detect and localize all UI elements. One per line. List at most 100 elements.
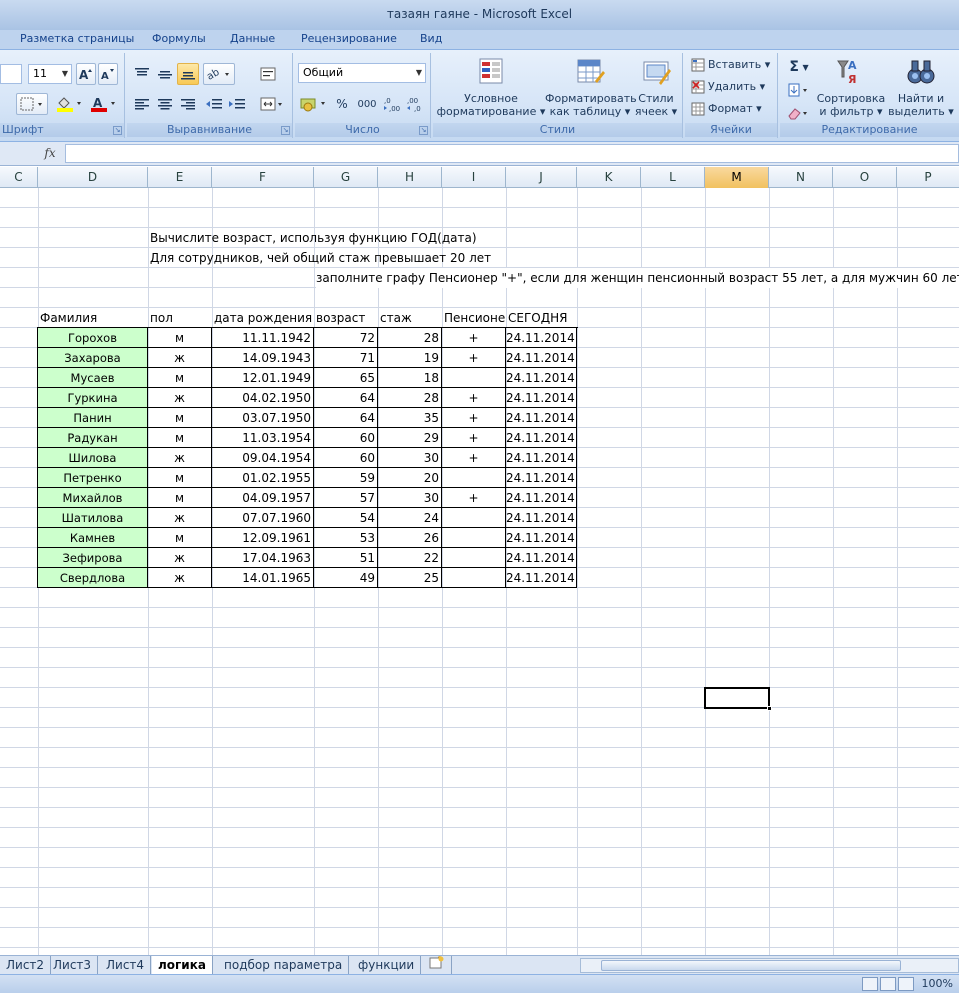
table-cell[interactable]: 24.11.2014 xyxy=(506,348,577,368)
table-cell[interactable]: 26 xyxy=(378,528,442,548)
column-header-n[interactable]: N xyxy=(769,167,833,188)
table-cell[interactable]: 59 xyxy=(314,468,378,488)
table-cell[interactable]: 22 xyxy=(378,548,442,568)
column-header-e[interactable]: E xyxy=(148,167,212,188)
employee-name-cell[interactable]: Зефирова xyxy=(38,548,148,568)
column-header-f[interactable]: F xyxy=(212,167,314,188)
table-cell[interactable]: 07.07.1960 xyxy=(212,508,314,528)
font-dialog-launcher-icon[interactable]: ↘ xyxy=(113,126,122,135)
fill-button[interactable] xyxy=(784,79,814,101)
table-cell[interactable]: 35 xyxy=(378,408,442,428)
table-cell[interactable]: 14.09.1943 xyxy=(212,348,314,368)
table-cell[interactable]: 12.09.1961 xyxy=(212,528,314,548)
column-header-c[interactable]: C xyxy=(0,167,38,188)
column-header-g[interactable]: G xyxy=(314,167,378,188)
cell-styles-button[interactable]: Стили ячеек ▾ xyxy=(633,57,679,121)
table-cell[interactable]: 64 xyxy=(314,408,378,428)
percent-button[interactable]: % xyxy=(332,93,352,115)
align-top-button[interactable] xyxy=(131,63,153,85)
table-cell[interactable]: м xyxy=(148,488,212,508)
table-cell[interactable]: 12.01.1949 xyxy=(212,368,314,388)
table-cell[interactable]: м xyxy=(148,368,212,388)
table-cell[interactable]: 11.03.1954 xyxy=(212,428,314,448)
column-header-h[interactable]: H xyxy=(378,167,442,188)
table-cell[interactable]: 11.11.1942 xyxy=(212,328,314,348)
column-header-p[interactable]: P xyxy=(897,167,959,188)
delete-cells-button[interactable]: Удалить ▾ xyxy=(691,77,765,97)
normal-view-button[interactable] xyxy=(862,977,878,991)
employee-name-cell[interactable]: Мусаев xyxy=(38,368,148,388)
employee-name-cell[interactable]: Захарова xyxy=(38,348,148,368)
font-size-combo[interactable]: 11 ▼ xyxy=(28,64,72,84)
table-cell[interactable]: ж xyxy=(148,388,212,408)
employee-name-cell[interactable]: Михайлов xyxy=(38,488,148,508)
scrollbar-thumb[interactable] xyxy=(601,960,901,971)
table-cell[interactable]: 30 xyxy=(378,488,442,508)
table-cell[interactable]: 24.11.2014 xyxy=(506,408,577,428)
align-left-button[interactable] xyxy=(131,93,153,115)
conditional-formatting-button[interactable]: Условное форматирование ▾ xyxy=(435,57,547,121)
table-cell[interactable]: 09.04.1954 xyxy=(212,448,314,468)
table-cell[interactable]: 20 xyxy=(378,468,442,488)
page-layout-view-button[interactable] xyxy=(880,977,896,991)
table-cell[interactable]: м xyxy=(148,468,212,488)
font-name-combo[interactable] xyxy=(0,64,22,84)
shrink-font-button[interactable]: A xyxy=(98,63,118,85)
increase-decimal-button[interactable]: ,0,00 xyxy=(382,93,404,115)
table-cell[interactable]: 29 xyxy=(378,428,442,448)
table-cell[interactable]: 24.11.2014 xyxy=(506,468,577,488)
table-cell[interactable] xyxy=(442,528,506,548)
table-cell[interactable]: 49 xyxy=(314,568,378,588)
table-cell[interactable]: 28 xyxy=(378,388,442,408)
table-cell[interactable]: ж xyxy=(148,508,212,528)
table-cell[interactable]: 24.11.2014 xyxy=(506,508,577,528)
column-header-k[interactable]: K xyxy=(577,167,641,188)
table-cell[interactable]: + xyxy=(442,448,506,468)
column-header-o[interactable]: O xyxy=(833,167,897,188)
table-cell[interactable] xyxy=(442,368,506,388)
table-cell[interactable]: м xyxy=(148,428,212,448)
table-cell[interactable]: 24.11.2014 xyxy=(506,388,577,408)
number-format-combo[interactable]: Общий ▼ xyxy=(298,63,426,83)
fill-handle[interactable] xyxy=(767,706,772,711)
table-cell[interactable]: + xyxy=(442,428,506,448)
column-header-j[interactable]: J xyxy=(506,167,577,188)
column-header-d[interactable]: D xyxy=(38,167,148,188)
grow-font-button[interactable]: A xyxy=(76,63,96,85)
align-center-button[interactable] xyxy=(154,93,176,115)
table-cell[interactable]: 30 xyxy=(378,448,442,468)
font-color-button[interactable]: A xyxy=(88,93,120,115)
align-right-button[interactable] xyxy=(177,93,199,115)
table-cell[interactable]: ж xyxy=(148,348,212,368)
table-cell[interactable]: м xyxy=(148,528,212,548)
table-cell[interactable]: 19 xyxy=(378,348,442,368)
sheet-tab-list2[interactable]: Лист2 xyxy=(0,956,52,974)
page-break-view-button[interactable] xyxy=(898,977,914,991)
insert-sheet-button[interactable] xyxy=(424,955,452,974)
tab-data[interactable]: Данные xyxy=(230,32,275,45)
table-cell[interactable] xyxy=(442,568,506,588)
table-cell[interactable]: + xyxy=(442,408,506,428)
table-cell[interactable]: 60 xyxy=(314,428,378,448)
currency-format-button[interactable] xyxy=(298,93,330,115)
worksheet-grid[interactable]: Вычислите возраст, используя функцию ГОД… xyxy=(0,188,959,955)
sheet-tab-podbor[interactable]: подбор параметра xyxy=(218,956,350,974)
borders-button[interactable] xyxy=(16,93,48,115)
table-cell[interactable]: + xyxy=(442,388,506,408)
table-cell[interactable]: 57 xyxy=(314,488,378,508)
table-cell[interactable]: 01.02.1955 xyxy=(212,468,314,488)
table-cell[interactable]: 25 xyxy=(378,568,442,588)
table-cell[interactable]: 24.11.2014 xyxy=(506,528,577,548)
tab-formulas[interactable]: Формулы xyxy=(152,32,206,45)
table-cell[interactable] xyxy=(442,468,506,488)
employee-name-cell[interactable]: Шилова xyxy=(38,448,148,468)
thousands-separator-button[interactable]: 000 xyxy=(354,93,380,115)
insert-cells-button[interactable]: Вставить ▾ xyxy=(691,55,770,75)
employee-name-cell[interactable]: Горохов xyxy=(38,328,148,348)
clear-button[interactable] xyxy=(784,102,814,124)
fill-color-button[interactable] xyxy=(54,93,86,115)
sheet-tab-logika[interactable]: логика xyxy=(152,956,213,974)
align-bottom-button[interactable] xyxy=(177,63,199,85)
table-cell[interactable]: 24.11.2014 xyxy=(506,568,577,588)
table-cell[interactable]: 03.07.1950 xyxy=(212,408,314,428)
